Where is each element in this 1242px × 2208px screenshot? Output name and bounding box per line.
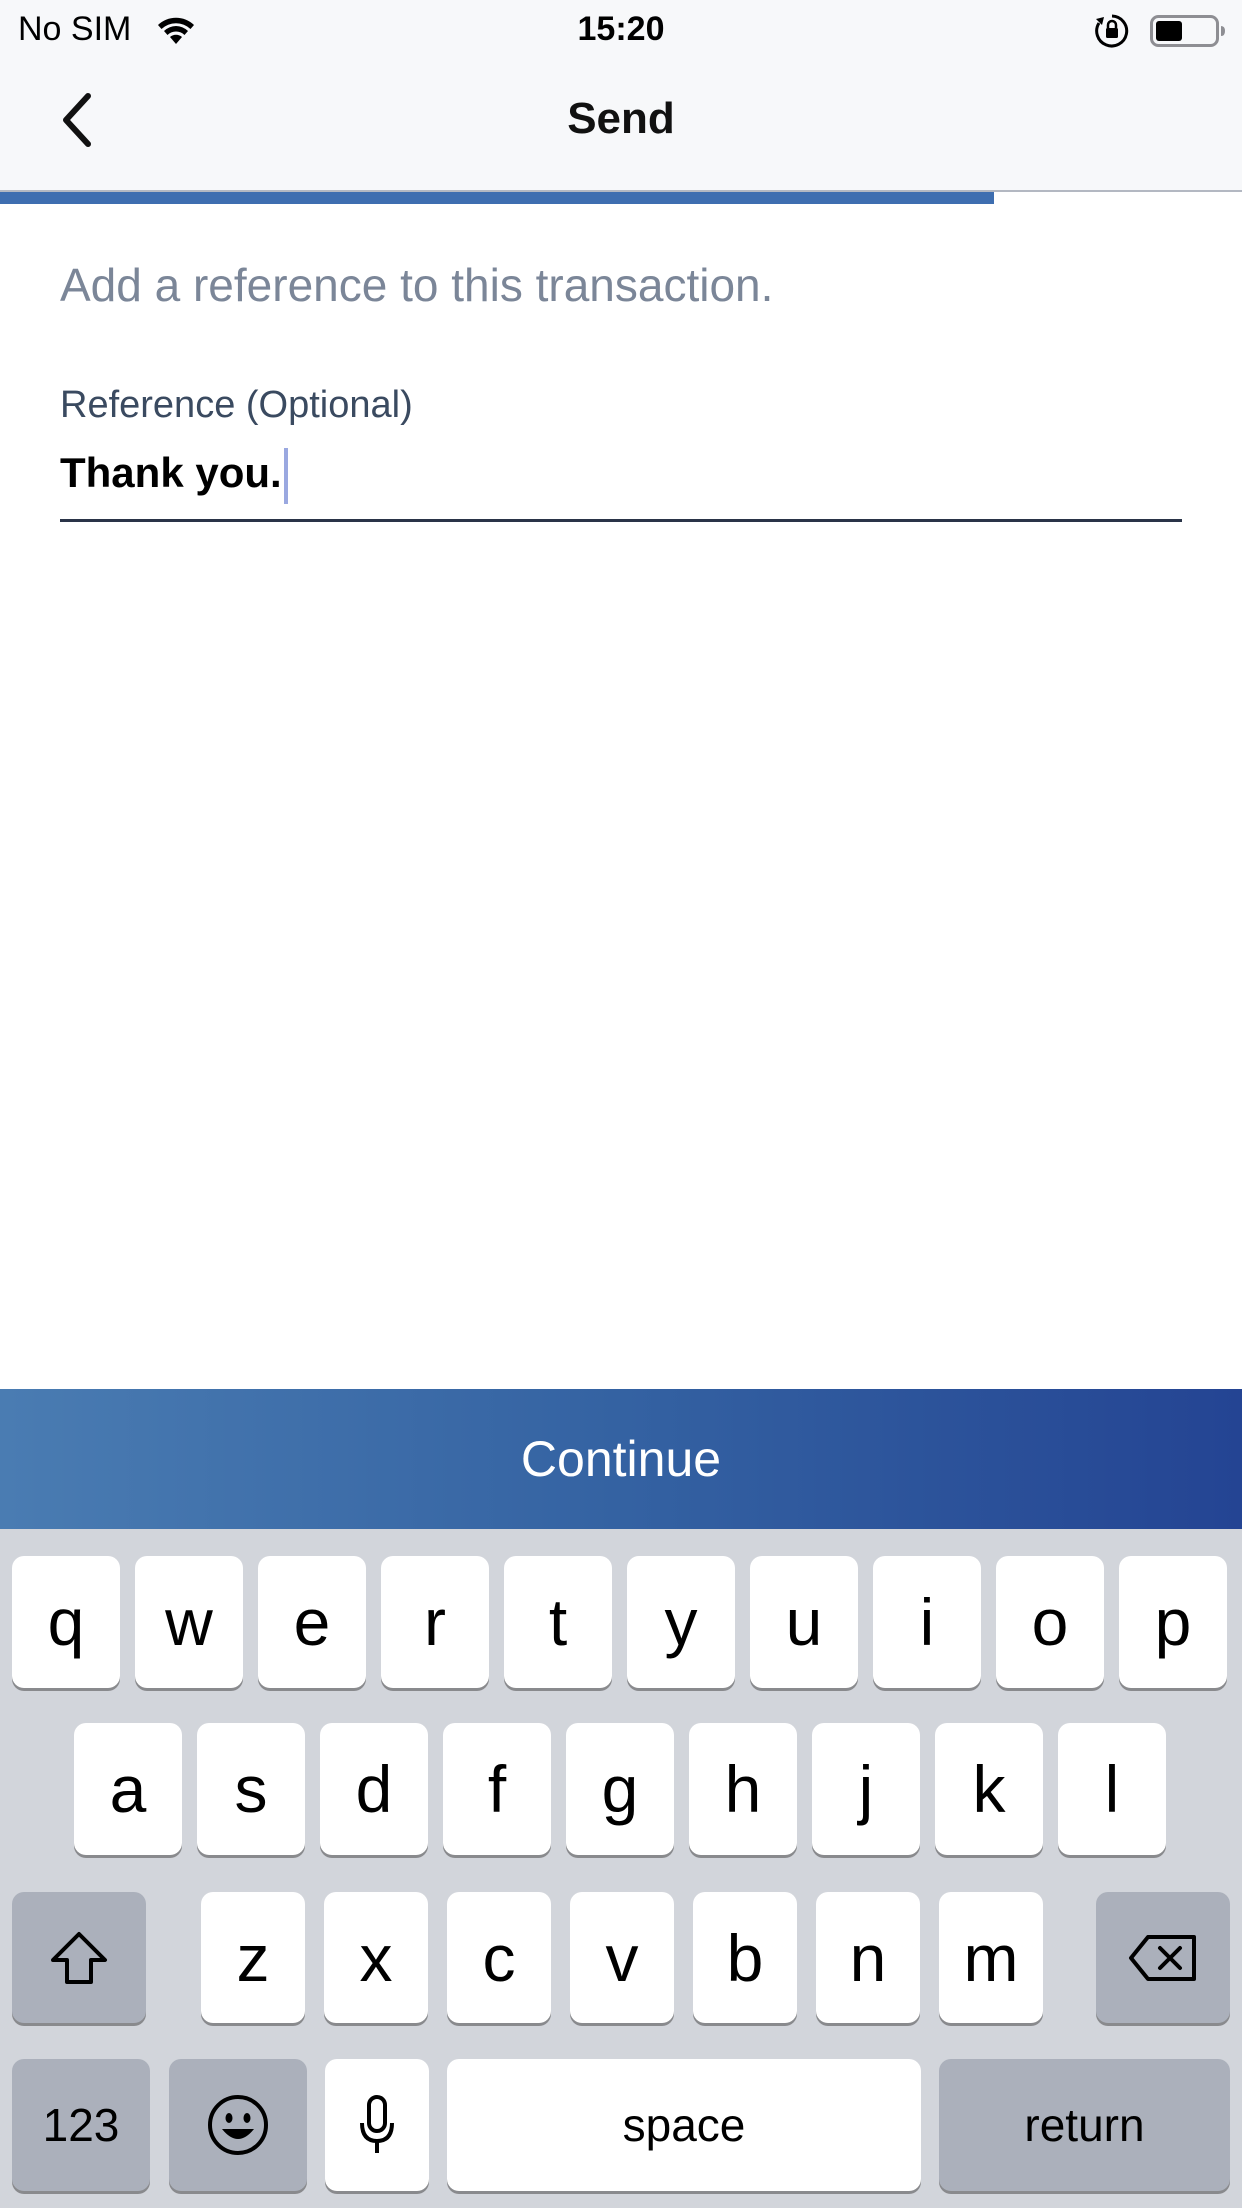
- page-title: Send: [567, 94, 675, 143]
- reference-label: Reference (Optional): [60, 384, 413, 426]
- key-k[interactable]: k: [935, 1723, 1043, 1855]
- key-l[interactable]: l: [1058, 1723, 1166, 1855]
- key-t[interactable]: t: [504, 1556, 612, 1688]
- key-z[interactable]: z: [201, 1892, 305, 2023]
- key-m[interactable]: m: [939, 1892, 1043, 2023]
- shift-key[interactable]: [12, 1892, 146, 2023]
- emoji-icon: [208, 2095, 268, 2155]
- emoji-key[interactable]: [169, 2059, 307, 2191]
- continue-button[interactable]: Continue: [0, 1389, 1242, 1529]
- instruction-text: Add a reference to this transaction.: [60, 259, 774, 311]
- reference-value: Thank you.: [60, 448, 288, 504]
- keyboard: 123 space return qwertyuiop asdfghjkl zxcv…: [0, 1529, 1242, 2208]
- key-a[interactable]: a: [74, 1723, 182, 1855]
- key-o[interactable]: o: [996, 1556, 1104, 1688]
- microphone-icon: [360, 2095, 394, 2153]
- text-cursor: [283, 448, 288, 504]
- reference-input[interactable]: Thank you.: [60, 440, 1182, 522]
- key-g[interactable]: g: [566, 1723, 674, 1855]
- key-d[interactable]: d: [320, 1723, 428, 1855]
- key-j[interactable]: j: [812, 1723, 920, 1855]
- numbers-key[interactable]: 123: [12, 2059, 150, 2191]
- nav-bar: Send: [0, 62, 1242, 192]
- return-key[interactable]: return: [939, 2059, 1230, 2191]
- backspace-icon: [1129, 1934, 1196, 1981]
- key-b[interactable]: b: [693, 1892, 797, 2023]
- dictation-key[interactable]: [325, 2059, 429, 2191]
- key-i[interactable]: i: [873, 1556, 981, 1688]
- orientation-lock-icon: [1095, 14, 1129, 48]
- key-c[interactable]: c: [447, 1892, 551, 2023]
- progress-bar: [0, 192, 1242, 204]
- status-time: 15:20: [577, 10, 665, 48]
- delete-key[interactable]: [1096, 1892, 1230, 2023]
- key-s[interactable]: s: [197, 1723, 305, 1855]
- battery-icon: [1150, 15, 1225, 47]
- shift-icon: [51, 1931, 107, 1984]
- key-w[interactable]: w: [135, 1556, 243, 1688]
- reference-value-text: Thank you.: [60, 449, 282, 497]
- progress-fill: [0, 192, 994, 204]
- key-q[interactable]: q: [12, 1556, 120, 1688]
- key-p[interactable]: p: [1119, 1556, 1227, 1688]
- key-n[interactable]: n: [816, 1892, 920, 2023]
- key-e[interactable]: e: [258, 1556, 366, 1688]
- key-f[interactable]: f: [443, 1723, 551, 1855]
- key-v[interactable]: v: [570, 1892, 674, 2023]
- space-key[interactable]: space: [447, 2059, 921, 2191]
- key-r[interactable]: r: [381, 1556, 489, 1688]
- key-x[interactable]: x: [324, 1892, 428, 2023]
- key-y[interactable]: y: [627, 1556, 735, 1688]
- key-u[interactable]: u: [750, 1556, 858, 1688]
- status-bar: No SIM 15:20: [0, 0, 1242, 62]
- key-h[interactable]: h: [689, 1723, 797, 1855]
